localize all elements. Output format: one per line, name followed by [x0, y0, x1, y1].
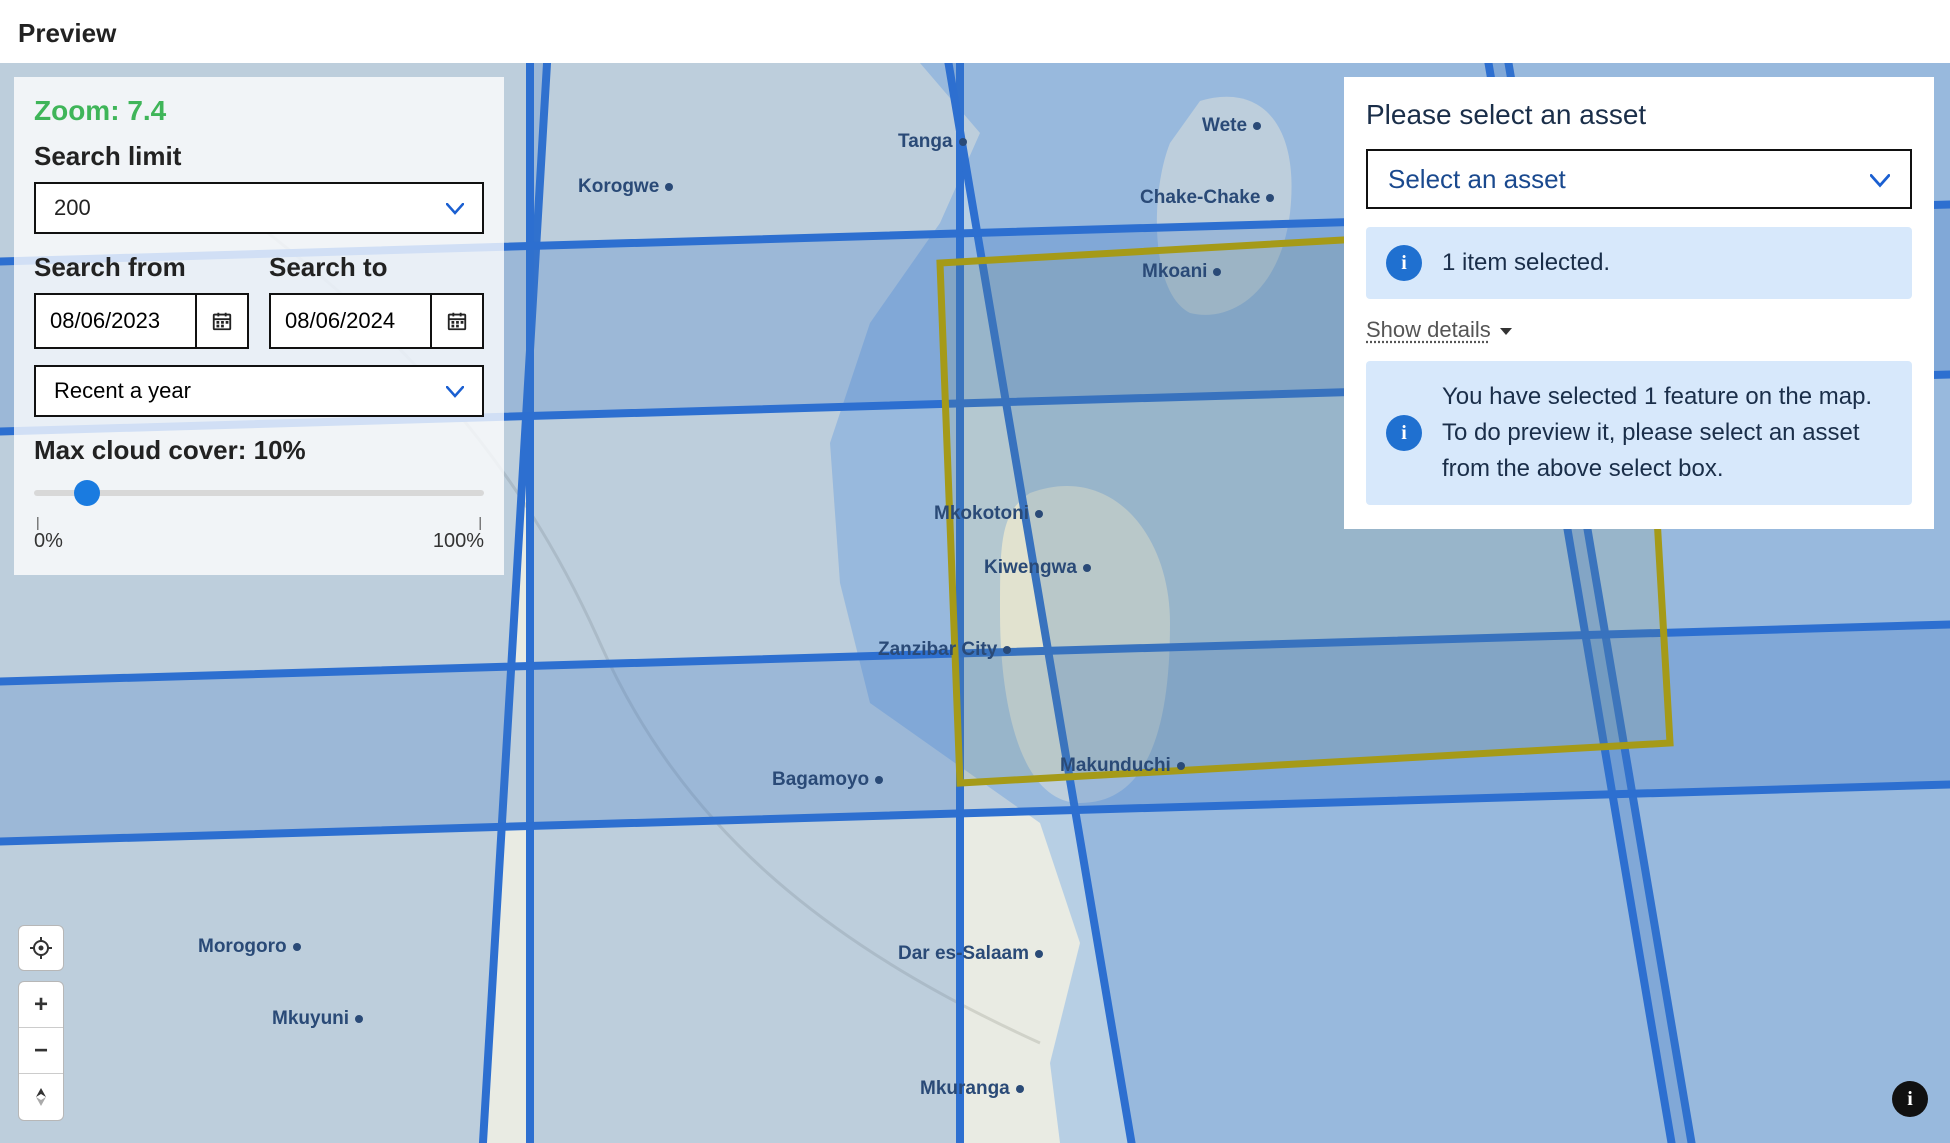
slider-thumb[interactable]	[74, 480, 100, 506]
city-label: Chake-Chake	[1140, 187, 1274, 209]
hint-text: You have selected 1 feature on the map. …	[1442, 379, 1892, 487]
city-dot-icon	[875, 776, 883, 784]
info-icon	[1386, 245, 1422, 281]
calendar-icon[interactable]	[195, 295, 247, 347]
zoom-out-button[interactable]: −	[19, 1028, 63, 1074]
city-label: Mkuranga	[920, 1078, 1024, 1100]
city-label: Zanzibar City	[878, 639, 1011, 661]
search-from-label: Search from	[34, 252, 249, 283]
calendar-icon[interactable]	[430, 295, 482, 347]
search-from-input[interactable]: 08/06/2023	[34, 293, 249, 349]
city-dot-icon	[959, 138, 967, 146]
date-preset-value: Recent a year	[54, 378, 191, 404]
city-label: Kiwengwa	[984, 557, 1091, 579]
slider-ticks: ||	[36, 514, 482, 530]
asset-select-placeholder: Select an asset	[1388, 164, 1566, 195]
search-limit-label: Search limit	[34, 141, 484, 172]
city-label: Makunduchi	[1060, 755, 1185, 777]
map-preview[interactable]: Korogwe Tanga Wete Chake-Chake Mkoani Mk…	[0, 63, 1950, 1143]
slider-range-labels: 0% 100%	[34, 530, 484, 553]
asset-select[interactable]: Select an asset	[1366, 149, 1912, 209]
city-dot-icon	[1083, 564, 1091, 572]
caret-down-icon	[1499, 317, 1513, 343]
page-title: Preview	[0, 0, 1950, 63]
city-dot-icon	[1253, 122, 1261, 130]
search-limit-select[interactable]: 200	[34, 182, 484, 234]
selection-summary-text: 1 item selected.	[1442, 245, 1610, 281]
show-details-toggle[interactable]: Show details	[1366, 317, 1912, 343]
info-icon	[1386, 415, 1422, 451]
search-to-value: 08/06/2024	[271, 295, 430, 347]
map-controls: + −	[18, 925, 64, 1121]
slider-min-label: 0%	[34, 530, 63, 553]
city-dot-icon	[1016, 1085, 1024, 1093]
locate-button[interactable]	[18, 925, 64, 971]
search-controls-panel: Zoom: 7.4 Search limit 200 Search from 0…	[14, 77, 504, 575]
chevron-down-icon	[446, 378, 464, 404]
zoom-in-button[interactable]: +	[19, 982, 63, 1028]
asset-panel: Please select an asset Select an asset 1…	[1344, 77, 1934, 529]
chevron-down-icon	[446, 195, 464, 221]
city-label: Korogwe	[578, 176, 673, 198]
city-dot-icon	[1177, 762, 1185, 770]
city-label: Bagamoyo	[772, 769, 883, 791]
city-label: Mkokotoni	[934, 503, 1043, 525]
search-from-value: 08/06/2023	[36, 295, 195, 347]
zoom-control-group: + −	[18, 981, 64, 1121]
zoom-indicator: Zoom: 7.4	[34, 95, 484, 127]
city-label: Mkuyuni	[272, 1008, 363, 1030]
hint-box: You have selected 1 feature on the map. …	[1366, 361, 1912, 505]
city-label: Dar es-Salaam	[898, 943, 1043, 965]
cloud-cover-label: Max cloud cover: 10%	[34, 435, 484, 466]
city-dot-icon	[1213, 268, 1221, 276]
reset-north-button[interactable]	[19, 1074, 63, 1120]
slider-max-label: 100%	[433, 530, 484, 553]
city-label: Morogoro	[198, 936, 301, 958]
city-dot-icon	[1035, 510, 1043, 518]
cloud-cover-slider[interactable]	[34, 478, 484, 506]
city-label: Mkoani	[1142, 261, 1221, 283]
search-to-input[interactable]: 08/06/2024	[269, 293, 484, 349]
city-label: Tanga	[898, 131, 967, 153]
slider-track	[34, 490, 484, 496]
city-dot-icon	[355, 1015, 363, 1023]
date-preset-select[interactable]: Recent a year	[34, 365, 484, 417]
city-dot-icon	[1035, 950, 1043, 958]
search-limit-value: 200	[54, 195, 91, 221]
city-dot-icon	[665, 183, 673, 191]
asset-panel-title: Please select an asset	[1366, 99, 1912, 131]
search-to-label: Search to	[269, 252, 484, 283]
city-dot-icon	[1266, 194, 1274, 202]
map-attribution-button[interactable]: i	[1892, 1081, 1928, 1117]
city-dot-icon	[1003, 646, 1011, 654]
city-dot-icon	[293, 943, 301, 951]
chevron-down-icon	[1870, 164, 1890, 195]
city-label: Wete	[1202, 115, 1261, 137]
selection-summary-box: 1 item selected.	[1366, 227, 1912, 299]
